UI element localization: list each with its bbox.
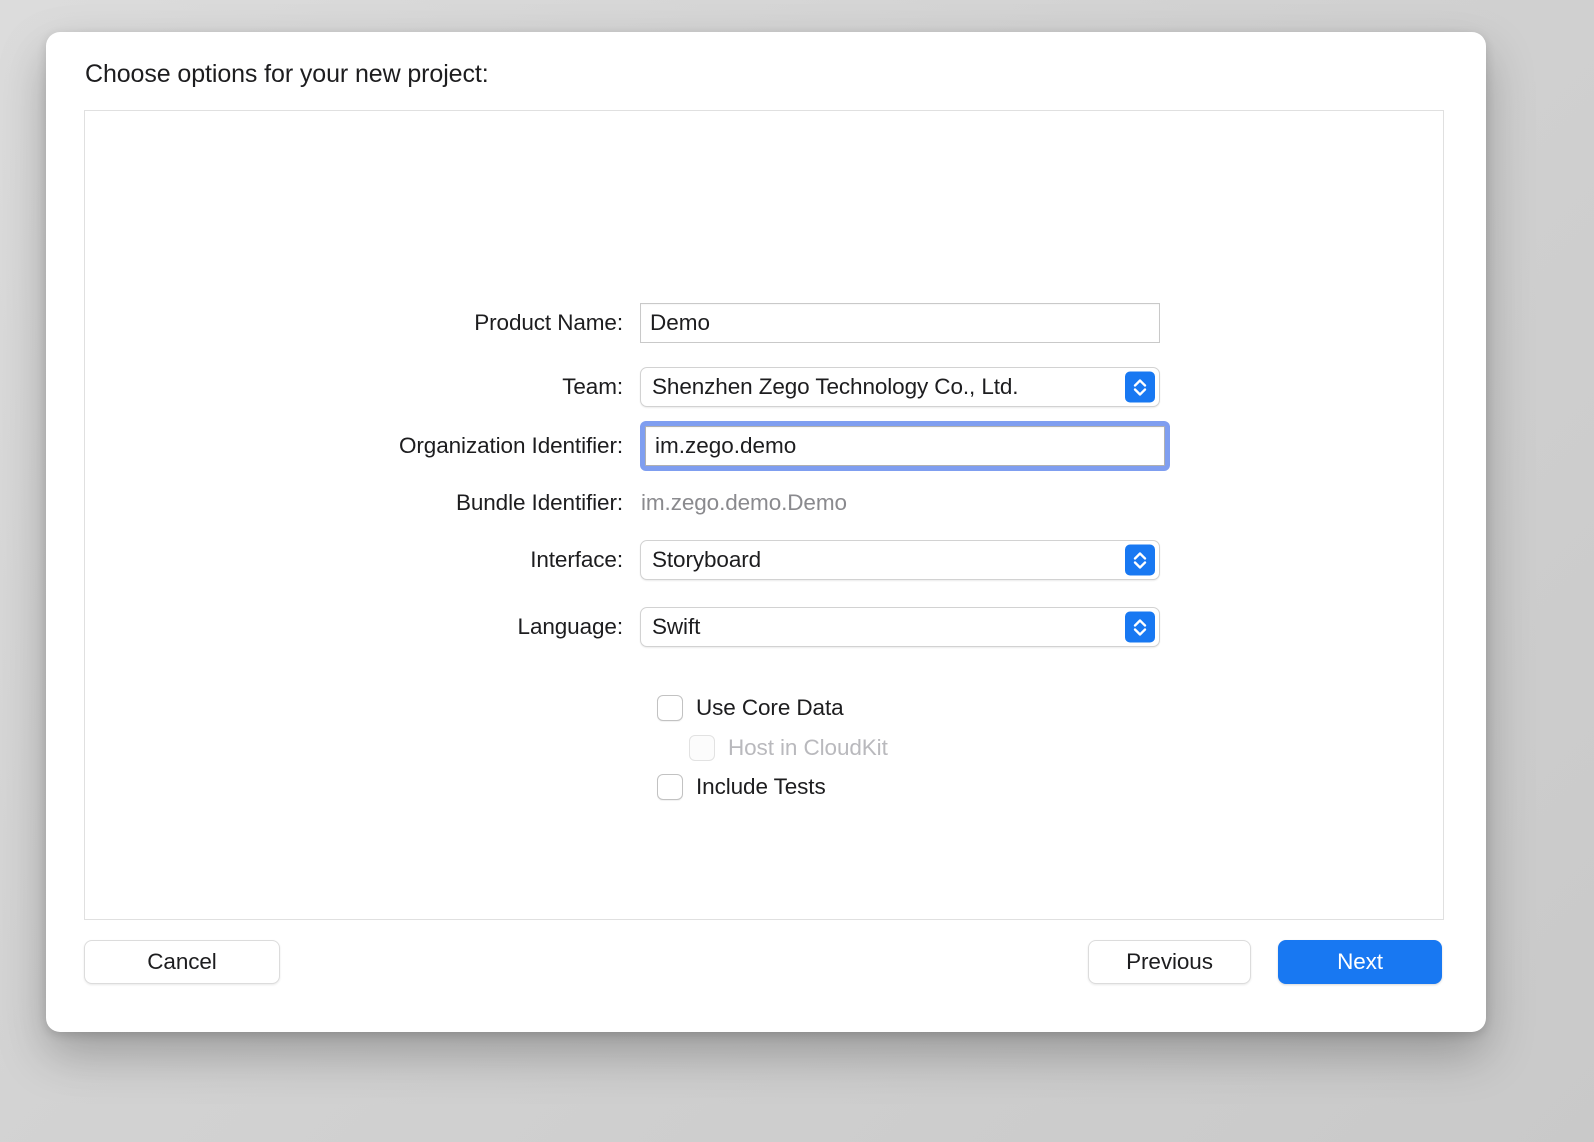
organization-identifier-input[interactable]: im.zego.demo <box>645 426 1165 466</box>
checkbox-row-use-core-data[interactable]: Use Core Data <box>657 693 844 723</box>
language-select[interactable]: Swift <box>640 607 1160 647</box>
use-core-data-label: Use Core Data <box>696 695 844 720</box>
chevron-up-down-icon[interactable] <box>1125 544 1155 576</box>
checkbox-row-include-tests[interactable]: Include Tests <box>657 772 826 802</box>
use-core-data-checkbox[interactable] <box>657 695 683 721</box>
form-row-language: Language: Swift <box>85 605 1443 649</box>
team-select[interactable]: Shenzhen Zego Technology Co., Ltd. <box>640 367 1160 407</box>
organization-identifier-focus-ring: im.zego.demo <box>640 421 1170 471</box>
host-in-cloudkit-label: Host in CloudKit <box>728 735 888 760</box>
new-project-options-dialog: Choose options for your new project: Pro… <box>46 32 1486 1032</box>
team-selected-value: Shenzhen Zego Technology Co., Ltd. <box>652 374 1019 399</box>
previous-button[interactable]: Previous <box>1088 940 1251 984</box>
next-button[interactable]: Next <box>1278 940 1442 984</box>
host-in-cloudkit-checkbox <box>689 735 715 761</box>
form-row-interface: Interface: Storyboard <box>85 538 1443 582</box>
form-row-product-name: Product Name: Demo <box>85 301 1443 345</box>
bundle-identifier-label: Bundle Identifier: <box>455 490 623 515</box>
interface-selected-value: Storyboard <box>652 547 762 572</box>
bundle-identifier-value: im.zego.demo.Demo <box>641 490 847 515</box>
page-title: Choose options for your new project: <box>85 60 489 88</box>
language-selected-value: Swift <box>652 614 701 639</box>
language-label: Language: <box>517 614 624 639</box>
product-name-input[interactable]: Demo <box>640 303 1160 343</box>
team-label: Team: <box>562 374 623 399</box>
form-row-organization-identifier: Organization Identifier: im.zego.demo <box>85 421 1443 471</box>
chevron-up-down-icon[interactable] <box>1125 371 1155 403</box>
product-name-label: Product Name: <box>474 310 623 335</box>
chevron-up-down-icon[interactable] <box>1125 611 1155 643</box>
include-tests-label: Include Tests <box>696 774 826 799</box>
include-tests-checkbox[interactable] <box>657 774 683 800</box>
checkbox-row-host-in-cloudkit: Host in CloudKit <box>689 733 888 763</box>
form-row-bundle-identifier: Bundle Identifier: im.zego.demo.Demo <box>85 481 1443 525</box>
options-content-panel: Product Name: Demo Team: Shenzhen Zego T… <box>84 110 1444 920</box>
organization-identifier-label: Organization Identifier: <box>399 433 623 458</box>
interface-label: Interface: <box>530 547 623 572</box>
interface-select[interactable]: Storyboard <box>640 540 1160 580</box>
cancel-button[interactable]: Cancel <box>84 940 280 984</box>
form-row-team: Team: Shenzhen Zego Technology Co., Ltd. <box>85 365 1443 409</box>
